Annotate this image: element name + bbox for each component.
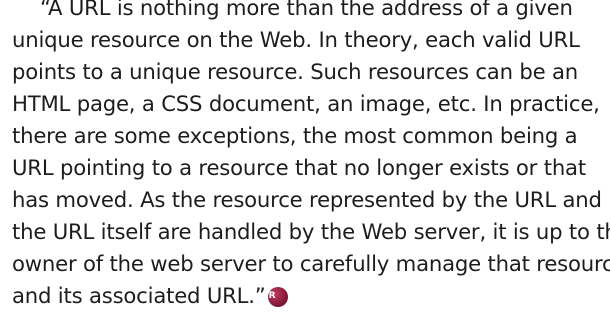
quote-line: URL pointing to a resource that no longe… [12, 155, 586, 180]
author-avatar[interactable]: R [267, 287, 288, 307]
quote-line: HTML page, a CSS document, an image, etc… [12, 91, 600, 116]
quote-block: “A URL is nothing more than the address … [12, 0, 610, 312]
quote-line: there are some exceptions, the most comm… [12, 123, 578, 148]
quote-line: has moved. As the resource represented b… [12, 187, 602, 212]
quote-line: and its associated URL.” [12, 283, 266, 308]
quote-line: points to a unique resource. Such resour… [12, 59, 578, 84]
quote-line: the URL itself are handled by the Web se… [12, 219, 610, 244]
quote-line: “A URL is nothing more than the address … [40, 0, 573, 20]
quote-line: unique resource on the Web. In theory, e… [12, 27, 580, 52]
quote-line: owner of the web server to carefully man… [12, 251, 610, 276]
quote-last-line: and its associated URL.” R [12, 280, 610, 312]
avatar-initial: R [268, 291, 276, 301]
